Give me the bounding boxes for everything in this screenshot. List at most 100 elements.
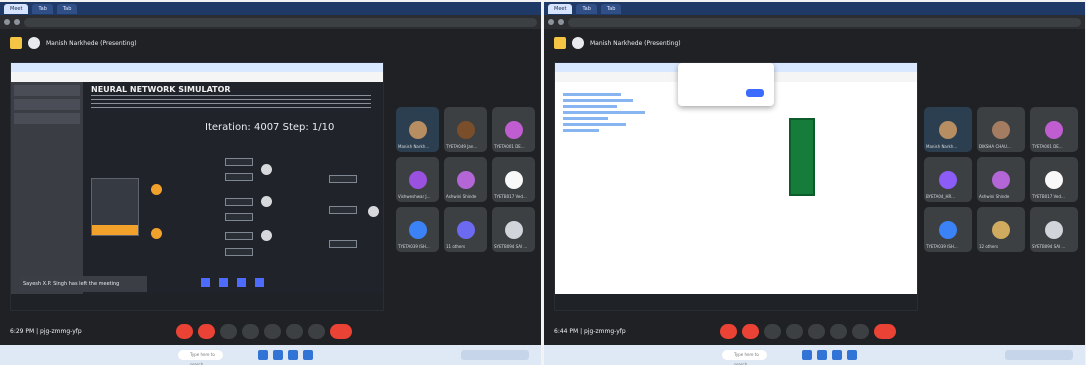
code-line — [563, 123, 626, 126]
meet-logo-icon — [10, 37, 22, 49]
participant-tile[interactable]: TYETB017 Ved... — [1030, 157, 1078, 202]
participant-tile[interactable]: TYETA039 ISH... — [396, 207, 439, 252]
hidden-node — [261, 196, 272, 207]
control-button[interactable] — [255, 278, 264, 287]
taskbar-search[interactable]: Type here to search — [722, 350, 767, 365]
participant-tile[interactable]: SYETB094 SAI ... — [1030, 207, 1078, 252]
raise-hand-icon[interactable] — [830, 324, 847, 339]
participant-tile[interactable]: TYETA001 DE... — [492, 107, 535, 152]
inner-browser-tabs — [11, 63, 383, 72]
participant-tile[interactable]: TYETA001 DE... — [1030, 107, 1078, 152]
right-meet-screen: Meet Tab Tab Manish Narkhede (Presenting… — [544, 2, 1085, 365]
system-tray — [461, 350, 529, 360]
forward-icon[interactable] — [14, 19, 20, 25]
browser-tab[interactable]: Tab — [576, 3, 597, 14]
url-field[interactable] — [24, 17, 537, 27]
participant-avatar — [992, 220, 1010, 239]
raspberry-pi-board — [789, 118, 815, 196]
url-field[interactable] — [568, 17, 1081, 27]
participant-tile[interactable]: Ashwini Shinde — [977, 157, 1025, 202]
more-options-icon[interactable] — [852, 324, 869, 339]
participant-avatar — [504, 170, 523, 189]
dialog-ok-button[interactable] — [746, 89, 764, 97]
participant-tile[interactable]: SYETB094 SAI ... — [492, 207, 535, 252]
address-bar-row — [0, 15, 541, 29]
present-icon[interactable] — [808, 324, 825, 339]
code-line — [563, 129, 599, 132]
participant-tile[interactable]: Manish Narkh... — [924, 107, 972, 152]
participant-tile[interactable]: Ashwini Shinde — [444, 157, 487, 202]
participant-avatar — [939, 170, 957, 189]
present-icon[interactable] — [264, 324, 281, 339]
weight-box — [225, 173, 253, 181]
iteration-label: Iteration: 4007 Step: 1/10 — [205, 122, 335, 133]
input-node — [151, 184, 162, 195]
weight-box — [225, 232, 253, 240]
meeting-time-code: 6:29 PM | pjg-zmmg-yfp — [10, 328, 82, 335]
participant-tile[interactable]: BYETA04_HR... — [924, 157, 972, 202]
raise-hand-icon[interactable] — [286, 324, 303, 339]
participant-tile[interactable]: TYETB017 Ved... — [492, 157, 535, 202]
back-icon[interactable] — [548, 19, 554, 25]
taskbar-app-icon[interactable] — [303, 350, 313, 360]
weight-box — [329, 240, 357, 248]
screens-container: Meet Tab Tab Manish Narkhede (Presenting… — [0, 0, 1086, 365]
browser-tab[interactable]: Tab — [600, 3, 622, 14]
windows-taskbar: Type here to search — [0, 345, 541, 365]
code-line — [563, 93, 621, 96]
participant-avatar — [456, 170, 475, 189]
taskbar-search[interactable]: Type here to search — [178, 350, 223, 365]
leave-call-button[interactable] — [874, 324, 896, 339]
participant-avatar — [992, 170, 1010, 189]
emoji-icon[interactable] — [786, 324, 803, 339]
inner-sidebar-item — [14, 85, 80, 96]
taskbar-app-icon[interactable] — [802, 350, 812, 360]
browser-tab[interactable]: Meet — [4, 3, 29, 14]
browser-tabs: Meet Tab Tab — [544, 2, 1085, 15]
participant-toast: Sayesh X.P. Singh has left the meeting — [19, 276, 147, 292]
participant-tile[interactable]: 12 others — [977, 207, 1025, 252]
input-node — [151, 228, 162, 239]
taskbar-app-icon[interactable] — [817, 350, 827, 360]
camera-icon[interactable] — [742, 324, 759, 339]
taskbar-app-icon[interactable] — [273, 350, 283, 360]
browser-tab[interactable]: Meet — [548, 3, 573, 14]
participant-tile[interactable]: Vishweshwar J... — [396, 157, 439, 202]
control-button[interactable] — [201, 278, 210, 287]
participant-tile[interactable]: 11 others — [444, 207, 487, 252]
forward-icon[interactable] — [558, 19, 564, 25]
camera-icon[interactable] — [198, 324, 215, 339]
control-button[interactable] — [219, 278, 228, 287]
control-button[interactable] — [237, 278, 246, 287]
participant-avatar — [1045, 170, 1063, 189]
presenter-avatar — [572, 37, 584, 49]
microphone-icon[interactable] — [176, 324, 193, 339]
participant-tile[interactable]: Manish Narkh... — [396, 107, 439, 152]
left-meet-screen: Meet Tab Tab Manish Narkhede (Presenting… — [0, 2, 541, 365]
taskbar-app-icon[interactable] — [847, 350, 857, 360]
back-icon[interactable] — [4, 19, 10, 25]
more-options-icon[interactable] — [308, 324, 325, 339]
leave-call-button[interactable] — [330, 324, 352, 339]
participant-tile[interactable]: TYETA049 Jan... — [444, 107, 487, 152]
emoji-icon[interactable] — [242, 324, 259, 339]
output-node — [368, 206, 379, 217]
participant-avatar — [504, 220, 523, 239]
browser-tab[interactable]: Tab — [32, 3, 53, 14]
shared-taskbar — [555, 294, 917, 310]
taskbar-app-icon[interactable] — [832, 350, 842, 360]
microphone-icon[interactable] — [720, 324, 737, 339]
participant-tile[interactable]: DIKSHA CHAU... — [977, 107, 1025, 152]
code-editor — [555, 90, 699, 250]
taskbar-app-icon[interactable] — [288, 350, 298, 360]
code-line — [563, 117, 608, 120]
captions-icon[interactable] — [220, 324, 237, 339]
participant-tile[interactable]: TYETA039 ISH... — [924, 207, 972, 252]
meeting-time-code: 6:44 PM | pjg-zmmg-yfp — [554, 328, 626, 335]
captions-icon[interactable] — [764, 324, 781, 339]
participant-avatar — [408, 170, 427, 189]
browser-tab[interactable]: Tab — [56, 3, 78, 14]
presenting-title: Manish Narkhede (Presenting) — [46, 39, 137, 47]
meet-controls-bar: 6:29 PM | pjg-zmmg-yfp — [0, 320, 541, 345]
taskbar-app-icon[interactable] — [258, 350, 268, 360]
